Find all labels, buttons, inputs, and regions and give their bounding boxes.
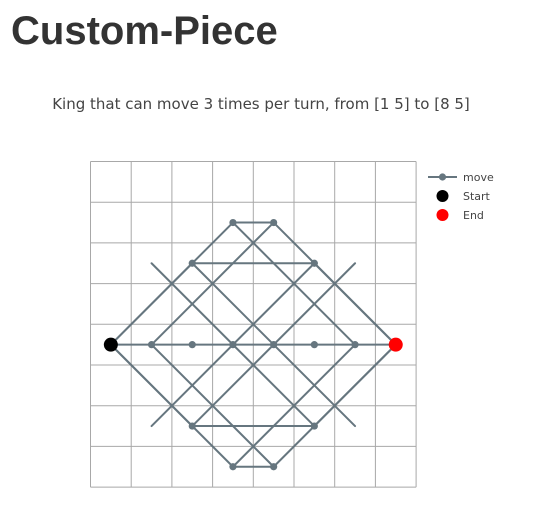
legend-move-marker [438,173,447,181]
move-line [313,262,397,346]
legend-end-marker [436,209,449,221]
legend-label-end: End [463,209,484,222]
move-point [270,463,278,471]
move-point [188,259,196,267]
move-point [188,422,196,430]
move-point [310,259,318,267]
start-point [103,337,118,352]
move-point [310,341,318,349]
legend: move Start End [428,171,494,222]
end-point [388,337,403,352]
move-point [188,341,196,349]
move-line [109,262,194,346]
move-point [270,341,278,349]
board-chart: move Start End [90,161,494,488]
move-point [310,422,318,430]
move-point [229,463,237,471]
move-point [229,341,237,349]
move-point [229,218,237,227]
legend-start-marker [436,190,449,202]
move-point [147,341,156,349]
move-point [270,218,278,227]
legend-label-move: move [463,171,494,184]
legend-label-start: Start [463,190,491,203]
move-line [109,343,194,428]
move-line [313,343,397,428]
move-point [351,341,359,349]
